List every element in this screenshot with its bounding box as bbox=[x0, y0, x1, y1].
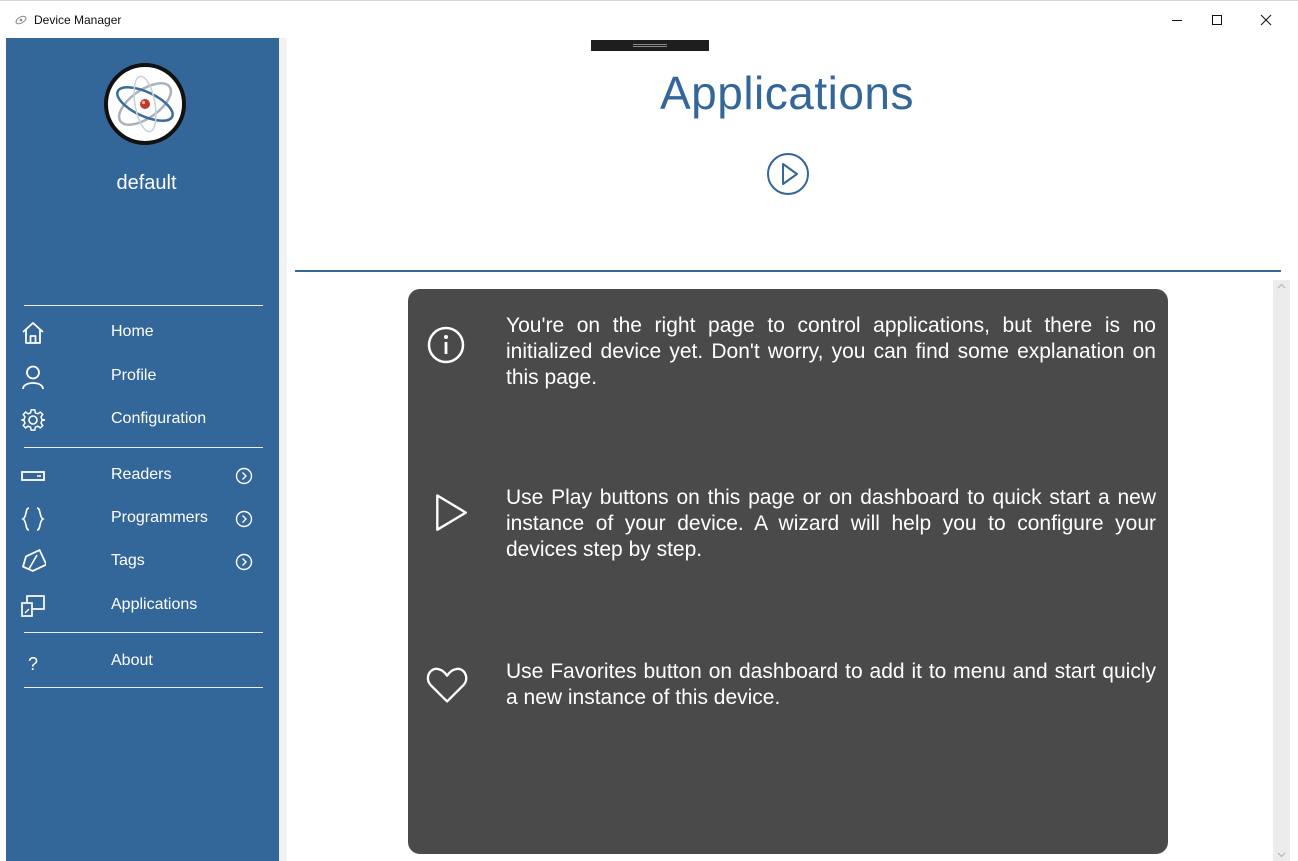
minimize-icon bbox=[1172, 20, 1182, 21]
drag-handle[interactable] bbox=[591, 40, 709, 51]
title-bar: Device Manager bbox=[0, 0, 1298, 38]
page-title: Applications bbox=[659, 67, 915, 119]
sidebar-item-readers[interactable]: Readers bbox=[6, 459, 279, 493]
sidebar-item-profile[interactable]: Profile bbox=[6, 360, 279, 394]
sidebar-item-label: Readers bbox=[111, 466, 172, 483]
sidebar-item-label: Configuration bbox=[111, 410, 207, 427]
tip-text: Use Play buttons on this page or on dash… bbox=[506, 486, 1156, 561]
sidebar-item-programmers[interactable]: Programmers bbox=[6, 502, 279, 536]
heart-icon bbox=[426, 667, 468, 703]
chevron-right-icon[interactable] bbox=[235, 510, 253, 528]
play-icon bbox=[436, 494, 467, 531]
sidebar-splitter[interactable] bbox=[279, 38, 287, 861]
divider bbox=[24, 632, 263, 633]
profile-avatar[interactable] bbox=[103, 62, 187, 146]
home-icon bbox=[22, 322, 44, 344]
sidebar-item-applications[interactable]: Applications bbox=[6, 589, 279, 623]
divider bbox=[24, 687, 263, 688]
maximize-icon bbox=[1212, 15, 1222, 25]
user-icon bbox=[22, 365, 44, 390]
sidebar-item-home[interactable]: Home bbox=[6, 316, 279, 350]
braces-icon bbox=[21, 507, 45, 531]
app-icon bbox=[15, 15, 27, 25]
close-icon bbox=[1260, 14, 1272, 26]
scroll-down-icon[interactable] bbox=[1277, 850, 1286, 859]
sidebar-item-label: Applications bbox=[111, 596, 198, 613]
username: default bbox=[116, 172, 177, 194]
help-panel: You're on the right page to control appl… bbox=[408, 289, 1168, 854]
sidebar-item-label: Profile bbox=[111, 367, 157, 384]
chevron-right-icon[interactable] bbox=[235, 553, 253, 571]
sidebar-item-label: Home bbox=[111, 323, 154, 340]
question-icon: ? bbox=[28, 654, 38, 674]
info-icon bbox=[427, 326, 465, 364]
sidebar: default Home Profile Configuration Reade… bbox=[6, 38, 279, 861]
gear-icon bbox=[21, 409, 46, 431]
sidebar-item-configuration[interactable]: Configuration bbox=[6, 403, 279, 437]
chevron-right-icon[interactable] bbox=[235, 467, 253, 485]
scrollbar[interactable] bbox=[1273, 280, 1290, 861]
divider bbox=[24, 447, 263, 448]
play-button[interactable] bbox=[766, 152, 810, 196]
tip-text: Use Favorites button on dashboard to add… bbox=[506, 660, 1156, 709]
applications-icon bbox=[21, 595, 45, 617]
close-button[interactable] bbox=[1243, 1, 1289, 39]
maximize-button[interactable] bbox=[1194, 1, 1240, 39]
tag-icon bbox=[22, 549, 46, 572]
sidebar-item-label: Programmers bbox=[111, 509, 208, 526]
window-title: Device Manager bbox=[34, 13, 122, 27]
sidebar-item-about[interactable]: ? About bbox=[6, 645, 279, 679]
tip-text: You're on the right page to control appl… bbox=[506, 314, 1156, 389]
sidebar-item-label: Tags bbox=[111, 552, 145, 569]
sidebar-item-tags[interactable]: Tags bbox=[6, 545, 279, 579]
header-divider bbox=[295, 270, 1281, 272]
svg-text:?: ? bbox=[28, 654, 38, 674]
sidebar-item-label: About bbox=[111, 652, 153, 669]
scroll-up-icon[interactable] bbox=[1277, 282, 1286, 291]
reader-icon bbox=[21, 471, 45, 481]
divider bbox=[24, 305, 263, 306]
